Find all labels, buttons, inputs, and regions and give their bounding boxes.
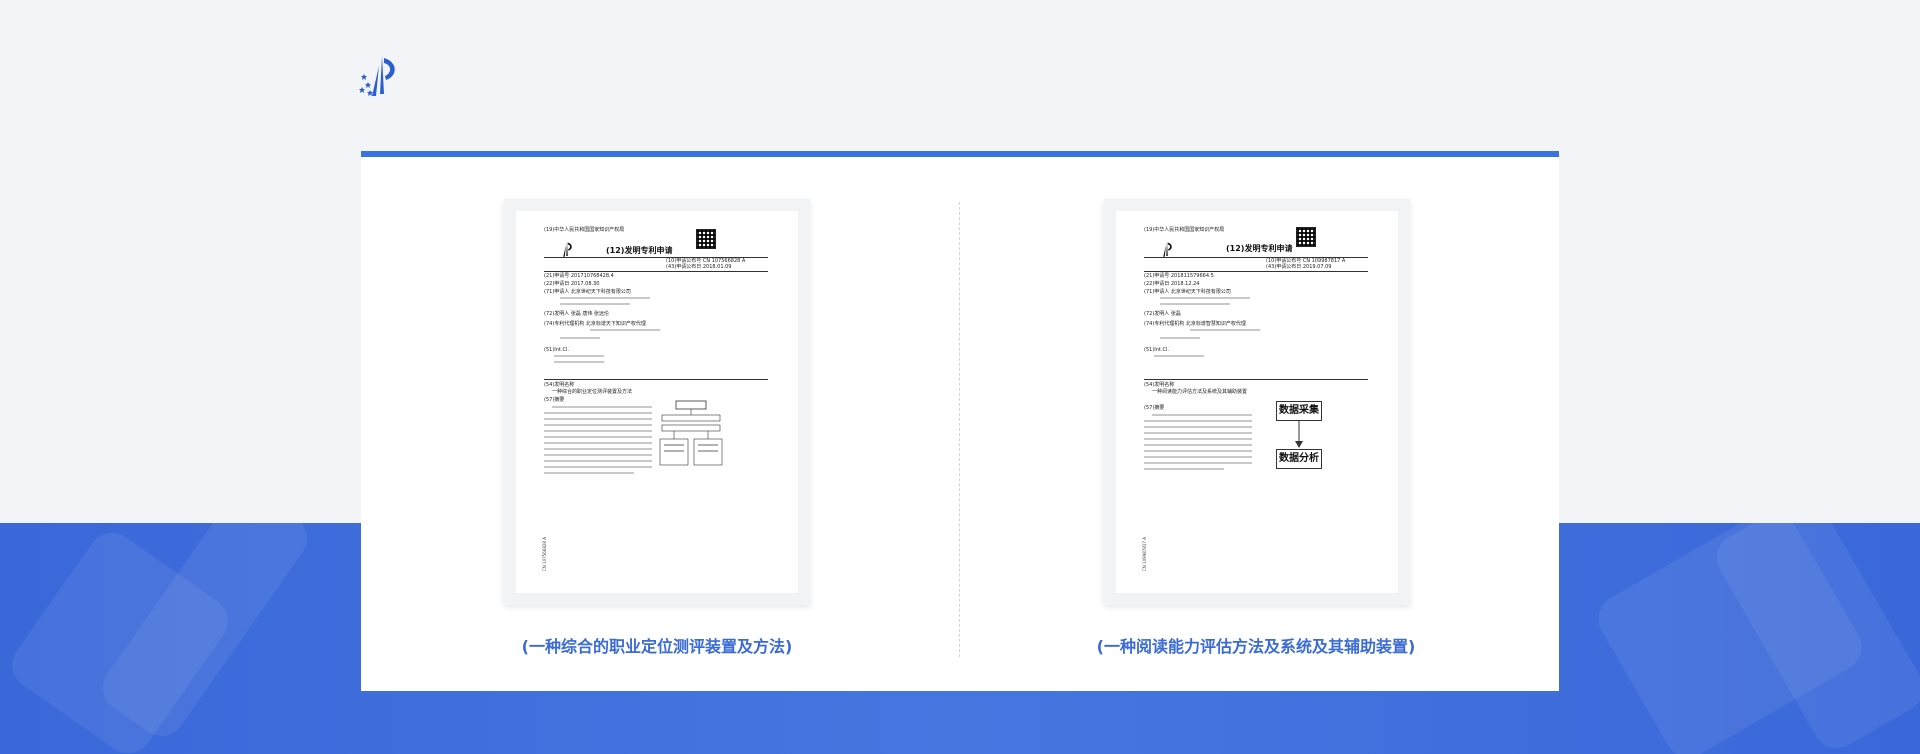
doc-pub-date: (43)申请公布日 2018.01.09 — [666, 264, 731, 270]
doc-app-no: (21)申请号 201811579664.5 — [1144, 273, 1214, 279]
doc-side-number: CN 109987817 A — [1142, 537, 1147, 571]
doc-ipc: (51)Int.Cl. — [544, 347, 569, 353]
diagram-arrow-icon — [1292, 421, 1306, 449]
doc-ipc: (51)Int.Cl. — [1144, 347, 1169, 353]
diagram-box-collection: 数据采集 — [1276, 401, 1322, 421]
doc-app-date: (22)申请日 2018.12.24 — [1144, 281, 1199, 287]
qr-code-icon — [696, 229, 716, 249]
doc-type: (12)发明专利申请 — [1226, 243, 1292, 254]
doc-side-number: CN 107566828 A — [542, 537, 547, 571]
doc-abstract-label: (57)摘要 — [1144, 405, 1164, 411]
doc-applicant: (71)申请人 北京世纪天下科技有限公司 — [544, 289, 631, 295]
center-divider — [959, 202, 960, 657]
doc-abstract-label: (57)摘要 — [544, 397, 564, 403]
doc-title: 一种阅读能力评估方法及系统及其辅助装置 — [1152, 389, 1247, 395]
doc-title: 一种综合的职业定位测评装置及方法 — [552, 389, 632, 395]
doc-pub-date: (43)申请公布日 2019.07.09 — [1266, 264, 1331, 270]
qr-code-icon — [1296, 227, 1316, 247]
doc-title-label: (54)发明名称 — [544, 382, 574, 388]
doc-applicant: (71)申请人 北京世纪天下科技有限公司 — [1144, 289, 1231, 295]
patent-card: (19)中华人民共和国国家知识产权局 (12)发明专利申请 (10)申请公布号 … — [361, 151, 1559, 691]
doc-inventor: (72)发明人 张磊 — [1144, 311, 1181, 317]
patent-caption-1: (一种综合的职业定位测评装置及方法) — [476, 633, 838, 657]
abstract-diagram — [658, 399, 724, 479]
patent-office-logo — [358, 54, 406, 102]
doc-app-date: (22)申请日 2017.08.30 — [544, 281, 599, 287]
doc-office: (19)中华人民共和国国家知识产权局 — [544, 227, 624, 233]
doc-agency: (74)专利代理机构 北京标谱智慧知识产权代理 — [1144, 321, 1246, 327]
patent-document-1: (19)中华人民共和国国家知识产权局 (12)发明专利申请 (10)申请公布号 … — [504, 199, 810, 605]
doc-inventor: (72)发明人 张磊 唐伟 张远伦 — [544, 311, 609, 317]
diagram-box-analysis: 数据分析 — [1276, 449, 1322, 469]
doc-agency: (74)专利代理机构 北京标谱天下知识产权代理 — [544, 321, 646, 327]
patent-caption-2: (一种阅读能力评估方法及系统及其辅助装置) — [1066, 633, 1446, 657]
doc-title-label: (54)发明名称 — [1144, 382, 1174, 388]
doc-office: (19)中华人民共和国国家知识产权局 — [1144, 227, 1224, 233]
doc-app-no: (21)申请号 201710768428.4 — [544, 273, 614, 279]
patent-document-2: (19)中华人民共和国国家知识产权局 (12)发明专利申请 (10)申请公布号 … — [1104, 199, 1410, 605]
doc-type: (12)发明专利申请 — [606, 245, 672, 256]
